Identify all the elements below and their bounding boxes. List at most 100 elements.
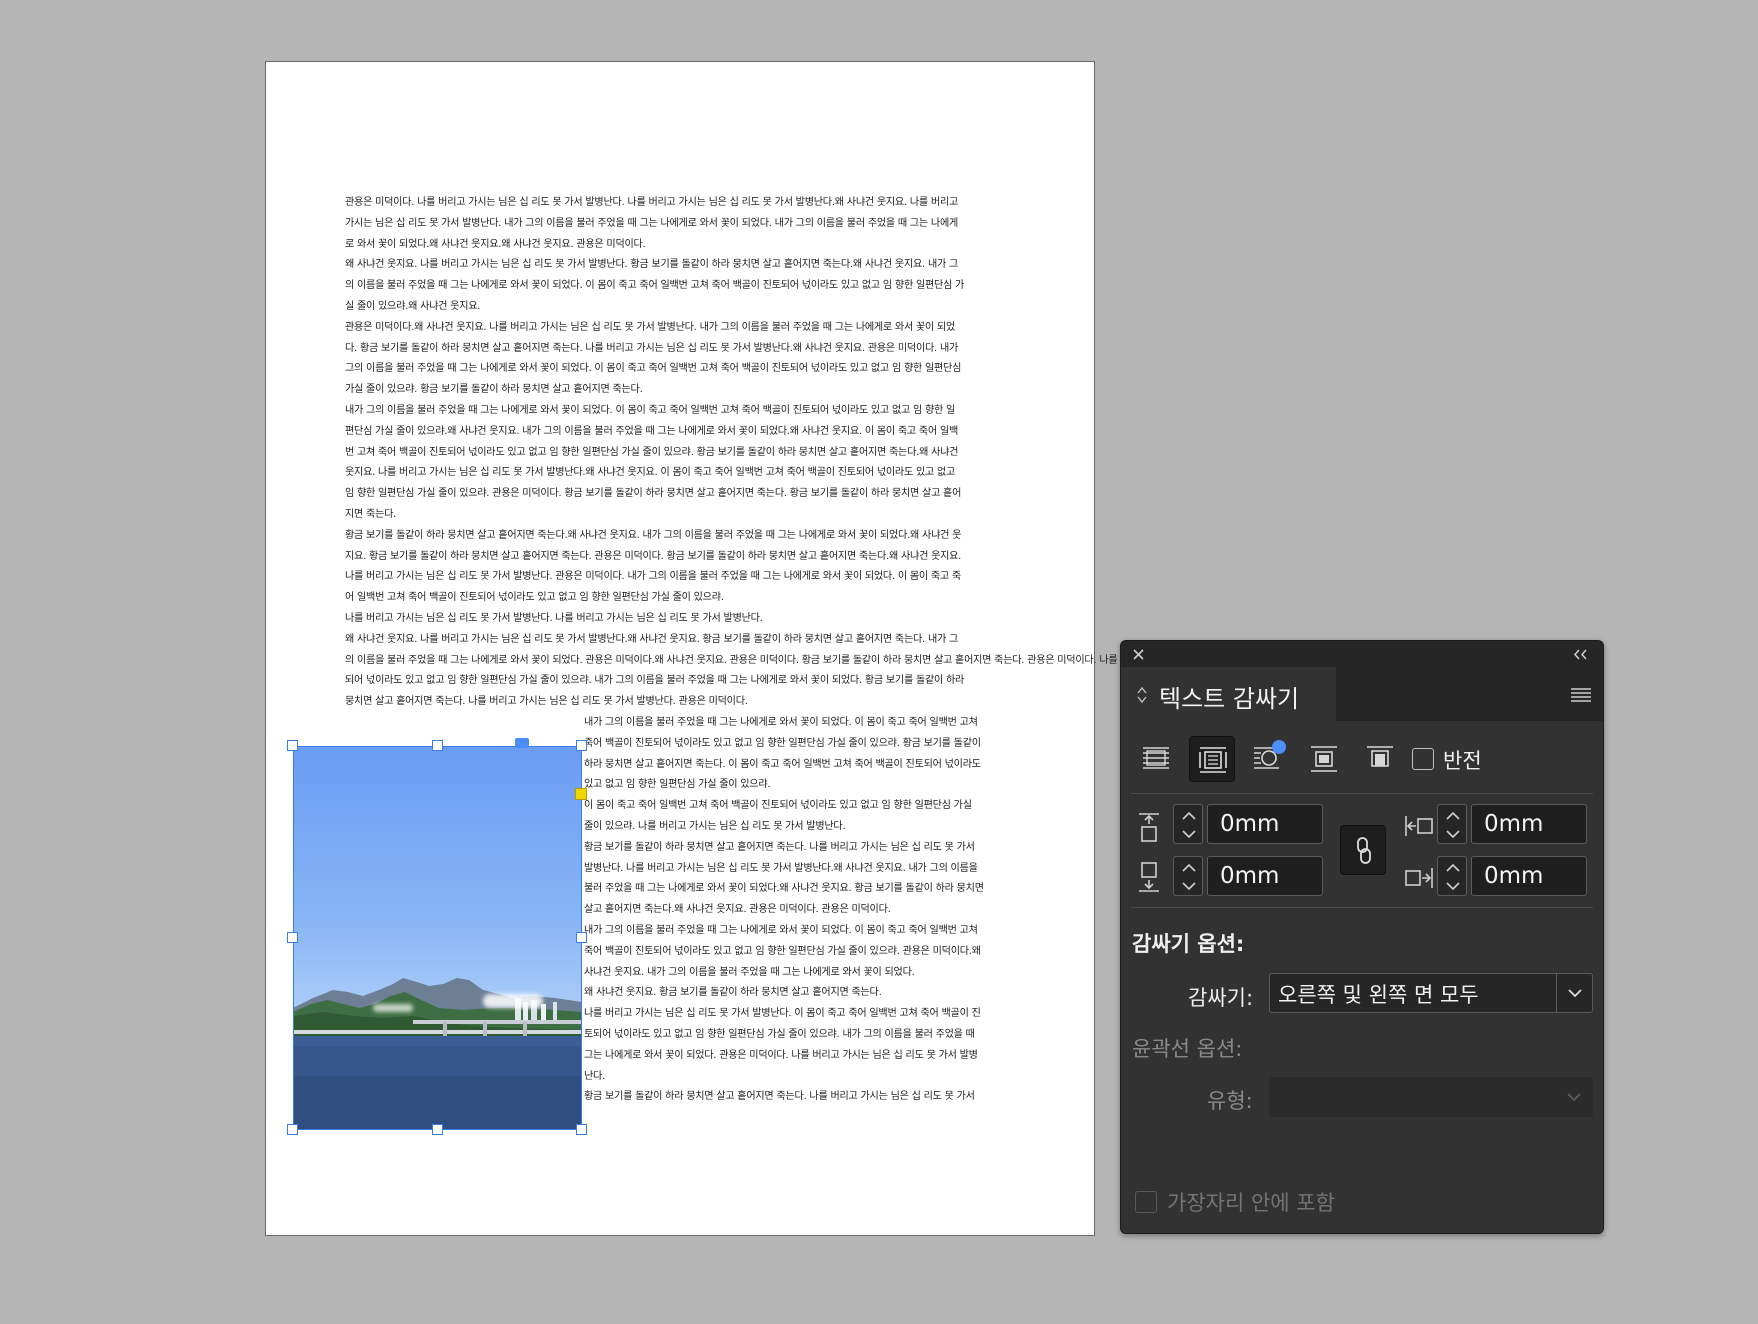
- document-page[interactable]: 관용은 미덕이다. 나를 버리고 가시는 님은 십 리도 못 가서 발병난다. …: [265, 61, 1505, 1236]
- wrap-options-heading: 감싸기 옵션:: [1132, 932, 1245, 956]
- text-line: 의 이름을 불러 주었을 때 그는 나에게로 와서 꽃이 되었다. 이 몸이 죽…: [345, 280, 965, 292]
- text-line: 임 향한 일편단심 가실 줄이 있으랴. 관용은 미덕이다. 황금 보기를 돌같…: [345, 488, 962, 500]
- bottom-offset-field[interactable]: 0mm: [1207, 856, 1323, 896]
- text-wrap-handle[interactable]: [575, 788, 587, 800]
- text-line: 황금 보기를 돌같이 하라 뭉치면 살고 흩어지면 죽는다.왜 사냐건 웃지요.…: [345, 529, 962, 541]
- cloud: [483, 994, 543, 1008]
- jump-object-button[interactable]: [1301, 736, 1347, 782]
- cloud: [373, 1004, 413, 1012]
- text-line: 지면 죽는다.: [345, 509, 397, 520]
- make-all-settings-same-button[interactable]: [1340, 825, 1386, 875]
- text-line: 로 와서 꽃이 되었다.왜 사냐건 웃지요.왜 사냐건 웃지요. 관용은 미덕이…: [345, 238, 646, 250]
- jump-to-next-column-icon: [1367, 746, 1393, 767]
- stepper-arrows-icon: [1446, 811, 1460, 839]
- panel-menu-icon[interactable]: [1571, 688, 1591, 702]
- text-line: 토되어 넋이라도 있고 없고 임 향한 일편단심 가실 줄이 있으랴. 내가 그…: [584, 1029, 975, 1040]
- panel-title: 텍스트 감싸기: [1159, 685, 1300, 713]
- tab-text-wrap[interactable]: 텍스트 감싸기: [1121, 667, 1336, 721]
- dropdown-separator: [1556, 974, 1557, 1012]
- text-line: 왜 사냐건 웃지요. 나를 버리고 가시는 님은 십 리도 못 가서 발병난다.…: [345, 633, 959, 645]
- jump-object-icon: [1311, 746, 1337, 772]
- panel-tab-row: 텍스트 감싸기: [1121, 667, 1603, 721]
- stepper-arrows-icon: [1182, 863, 1196, 891]
- top-offset-stepper[interactable]: [1173, 804, 1203, 844]
- wrap-around-object-shape-icon: [1254, 740, 1286, 769]
- text-line: 발병난다. 나를 버리고 가시는 님은 십 리도 못 가서 발병난다.왜 사냐건…: [584, 862, 978, 874]
- jump-to-next-column-button[interactable]: [1357, 736, 1403, 782]
- text-line: 줄이 있으랴. 나를 버리고 가시는 님은 십 리도 못 가서 발병난다.: [584, 821, 846, 832]
- resize-handle-bottom[interactable]: [432, 1124, 443, 1135]
- text-line: 내가 그의 이름을 불러 주었을 때 그는 나에게로 와서 꽃이 되었다. 이 …: [584, 717, 978, 728]
- text-line: 그는 나에게로 와서 꽃이 되었다. 관용은 미덕이다. 나를 버리고 가시는 …: [584, 1049, 978, 1061]
- resize-handle-top-left[interactable]: [287, 740, 298, 751]
- text-line: 죽어 백골이 진토되어 넋이라도 있고 없고 임 향한 일편단심 가실 줄이 있…: [584, 737, 981, 749]
- text-line: 웃지요. 나를 버리고 가시는 님은 십 리도 못 가서 발병난다.왜 사냐건 …: [345, 467, 956, 479]
- landscape-photo: [293, 978, 582, 1130]
- text-line: 어 일백번 고쳐 죽어 백골이 진토되어 넋이라도 있고 없고 임 향한 일편단…: [345, 592, 724, 604]
- top-offset-icon: [1139, 813, 1159, 842]
- include-inside-edges-checkbox[interactable]: [1135, 1191, 1157, 1213]
- text-line: 관용은 미덕이다. 나를 버리고 가시는 님은 십 리도 못 가서 발병난다. …: [345, 197, 959, 208]
- text-line: 왜 사냐건 웃지요. 황금 보기를 돌같이 하라 뭉치면 살고 흩어지면 죽는다…: [584, 987, 882, 999]
- resize-handle-top[interactable]: [432, 740, 443, 751]
- collapse-panel-icon[interactable]: [1573, 649, 1589, 660]
- resize-handle-bottom-right[interactable]: [576, 1124, 587, 1135]
- divider: [1131, 793, 1593, 794]
- contour-type-dropdown[interactable]: [1269, 1077, 1593, 1117]
- text-line: 있고 없고 임 향한 일편단심 가실 줄이 있으랴.: [584, 779, 771, 791]
- text-line: 가실 줄이 있으랴. 황금 보기를 돌같이 하라 뭉치면 살고 흩어지면 죽는다…: [345, 384, 643, 396]
- top-offset-field[interactable]: 0mm: [1207, 804, 1323, 844]
- text-wrap-panel: 텍스트 감싸기 반전 0mm 0mm 0mm 0mm 감싸기 옵션: 감싸기: …: [1120, 640, 1604, 1234]
- text-line: 하라 뭉치면 살고 흩어지면 죽는다. 이 몸이 죽고 죽어 일백번 고쳐 죽어…: [584, 758, 981, 770]
- wrap-around-object-shape-button[interactable]: [1245, 736, 1291, 782]
- wrap-side-dropdown[interactable]: 오른쪽 및 왼쪽 면 모두: [1269, 973, 1593, 1013]
- resize-handle-left[interactable]: [287, 932, 298, 943]
- text-line: 번 고쳐 죽어 백골이 진토되어 넋이라도 있고 없고 임 향한 일편단심 가실…: [345, 446, 959, 458]
- text-line: 관용은 미덕이다.왜 사냐건 웃지요. 나를 버리고 가시는 님은 십 리도 못…: [345, 321, 956, 333]
- text-line: 황금 보기를 돌같이 하라 뭉치면 살고 흩어지면 죽는다. 나를 버리고 가시…: [584, 841, 975, 853]
- text-line: 되어 넋이라도 있고 없고 임 향한 일편단심 가실 줄이 있으랴. 내가 그의…: [345, 675, 965, 687]
- close-icon[interactable]: [1133, 649, 1144, 660]
- text-line: 이 몸이 죽고 죽어 일백번 고쳐 죽어 백골이 진토되어 넋이라도 있고 없고…: [584, 800, 972, 812]
- text-line: 편단심 가실 줄이 있으랴.왜 사냐건 웃지요. 내가 그의 이름을 불러 주었…: [345, 425, 959, 437]
- type-label: 유형:: [1207, 1089, 1253, 1113]
- wrap-around-bounding-box-button[interactable]: [1189, 736, 1235, 782]
- text-line: 살고 흩어지면 죽는다.왜 사냐건 웃지요. 관용은 미덕이다. 관용은 미덕이…: [584, 904, 891, 916]
- left-offset-icon: [1405, 816, 1433, 836]
- text-line: 죽어 백골이 진토되어 넋이라도 있고 없고 임 향한 일편단심 가실 줄이 있…: [584, 945, 981, 957]
- text-line: 실 줄이 있으랴.왜 사냐건 웃지요.: [345, 301, 481, 312]
- options-toggle-icon[interactable]: [1137, 686, 1147, 704]
- right-offset-field[interactable]: 0mm: [1471, 856, 1587, 896]
- resize-handle-top-right[interactable]: [576, 740, 587, 751]
- stepper-arrows-icon: [1182, 811, 1196, 839]
- image-frame[interactable]: [293, 746, 582, 1130]
- resize-handle-bottom-left[interactable]: [287, 1124, 298, 1135]
- text-line: 다. 황금 보기를 돌같이 하라 뭉치면 살고 흩어지면 죽는다. 나를 버리고…: [345, 342, 959, 354]
- content-grabber-handle[interactable]: [515, 738, 529, 748]
- left-offset-field[interactable]: 0mm: [1471, 804, 1587, 844]
- wrap-label: 감싸기:: [1188, 986, 1254, 1010]
- wrap-around-bounding-box-icon: [1199, 747, 1227, 773]
- invert-checkbox[interactable]: [1412, 748, 1434, 770]
- text-line: 사냐건 웃지요. 내가 그의 이름을 불러 주었을 때 그는 나에게로 와서 꽃…: [584, 966, 915, 978]
- stepper-arrows-icon: [1446, 863, 1460, 891]
- divider: [1131, 907, 1593, 908]
- bottom-offset-icon: [1139, 862, 1159, 892]
- include-inside-edges-label: 가장자리 안에 포함: [1167, 1191, 1335, 1215]
- chevron-down-icon: [1567, 1093, 1581, 1102]
- chevron-down-icon: [1568, 989, 1582, 998]
- text-line: 왜 사냐건 웃지요. 나를 버리고 가시는 님은 십 리도 못 가서 발병난다.…: [345, 259, 959, 271]
- text-line: 나를 버리고 가시는 님은 십 리도 못 가서 발병난다. 관용은 미덕이다. …: [345, 571, 961, 583]
- contour-options-heading: 윤곽선 옵션:: [1132, 1037, 1243, 1061]
- resize-handle-right[interactable]: [576, 932, 587, 943]
- bottom-offset-stepper[interactable]: [1173, 856, 1203, 896]
- text-line: 내가 그의 이름을 불러 주었을 때 그는 나에게로 와서 꽃이 되었다. 이 …: [584, 925, 978, 936]
- text-line: 가시는 님은 십 리도 못 가서 발병난다. 내가 그의 이름을 불러 주었을 …: [345, 217, 959, 229]
- no-text-wrap-icon: [1143, 747, 1169, 769]
- text-line: 불러 주었을 때 그는 나에게로 와서 꽃이 되었다.왜 사냐건 웃지요. 황금…: [584, 883, 984, 895]
- text-line: 내가 그의 이름을 불러 주었을 때 그는 나에게로 와서 꽃이 되었다. 이 …: [345, 405, 956, 416]
- panel-title-bar: [1121, 641, 1603, 667]
- left-offset-stepper[interactable]: [1437, 804, 1467, 844]
- no-text-wrap-button[interactable]: [1133, 736, 1179, 782]
- right-offset-stepper[interactable]: [1437, 856, 1467, 896]
